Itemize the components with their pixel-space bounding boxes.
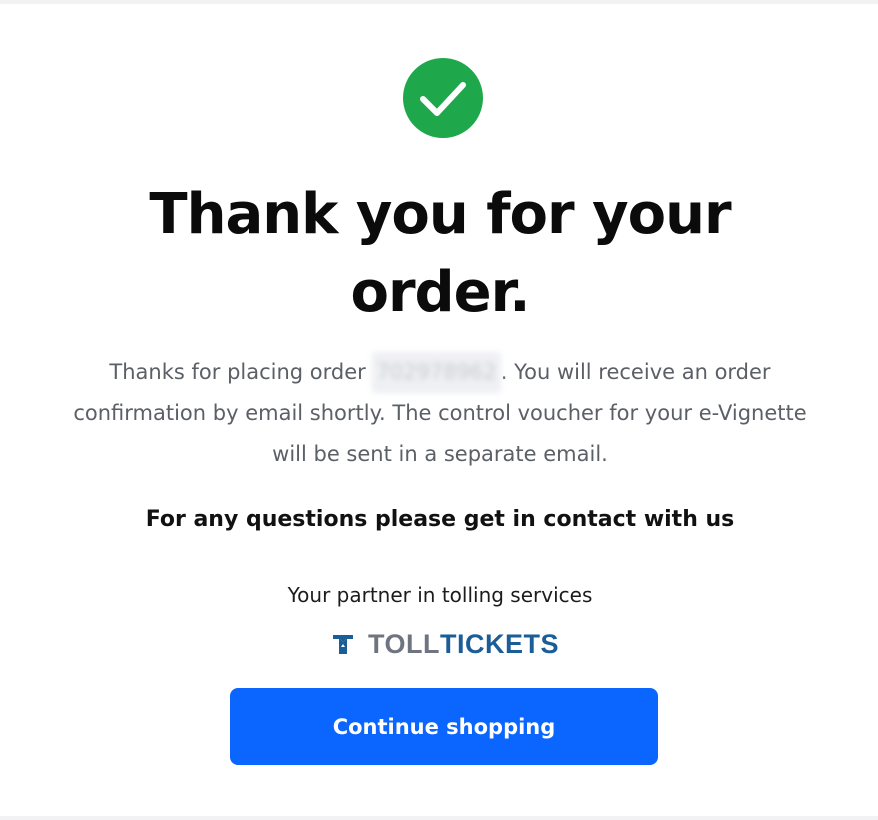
partner-text: Your partner in tolling services	[287, 583, 593, 607]
tolltickets-logo: TOLL TICKETS	[332, 628, 572, 660]
tolltickets-logo-icon	[333, 635, 353, 654]
message-intro: Thanks for placing order	[109, 360, 373, 384]
logo-text-tickets: TICKETS	[440, 628, 560, 659]
contact-heading: For any questions please get in contact …	[145, 507, 735, 532]
order-number: 702978962	[372, 352, 501, 393]
order-confirmation-card: Thank you for your order. Thanks for pla…	[0, 4, 878, 816]
logo-text-toll: TOLL	[368, 628, 440, 659]
continue-shopping-button[interactable]: Continue shopping	[230, 688, 658, 765]
check-circle-icon	[403, 58, 483, 138]
confirmation-message: Thanks for placing order 702978962. You …	[70, 352, 810, 475]
bottom-border	[0, 816, 878, 820]
page-title: Thank you for your order.	[149, 182, 731, 325]
